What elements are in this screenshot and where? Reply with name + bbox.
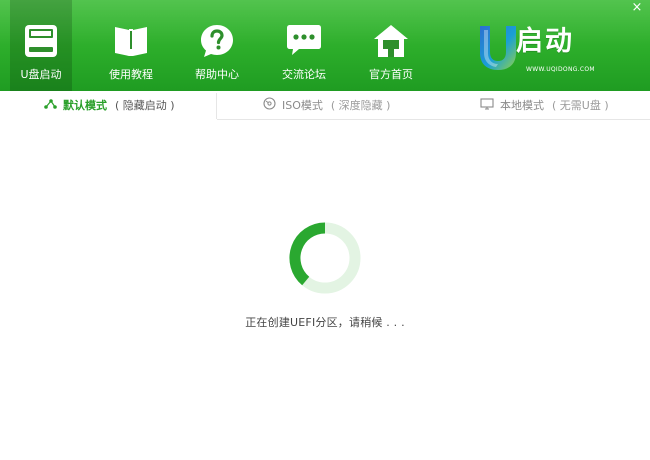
nav-label-homepage: 官方首页 <box>369 68 413 81</box>
nav-label-forum: 交流论坛 <box>282 68 326 81</box>
help-icon <box>199 23 235 63</box>
logo-url-text: WWW.UQIDONG.COM <box>526 66 595 73</box>
tab-divider <box>216 93 217 119</box>
tab-title: ISO模式 <box>282 99 323 112</box>
u-logo-mark <box>480 26 516 70</box>
tab-subtitle: ( 无需U盘 ) <box>552 99 609 112</box>
nav-item-help-center[interactable]: 帮助中心 <box>186 0 248 91</box>
nav-item-tutorial[interactable]: 使用教程 <box>100 0 162 91</box>
tab-subtitle: ( 深度隐藏 ) <box>330 99 391 112</box>
tab-local-mode[interactable]: 本地模式 ( 无需U盘 ) <box>480 91 609 120</box>
monitor-icon <box>480 92 494 121</box>
nav-item-usb-boot[interactable]: U盘启动 <box>10 0 72 91</box>
book-icon <box>112 23 150 63</box>
nav-label-usb-boot: U盘启动 <box>20 68 62 81</box>
nav-label-help-center: 帮助中心 <box>195 68 239 81</box>
tab-iso-mode[interactable]: ISO模式 ( 深度隐藏 ) <box>263 91 390 120</box>
usb-drive-icon <box>23 23 59 63</box>
share-icon <box>44 92 57 121</box>
header-bar: × U盘启动 使用教程 帮助中心 交流论坛 官方首页 启动 WWW.UQIDON… <box>0 0 650 91</box>
main-content: 正在创建UEFI分区，请稍候 . . . <box>0 120 650 460</box>
tab-title: 本地模式 <box>500 99 544 112</box>
tab-title: 默认模式 <box>63 99 107 112</box>
mode-tabs: 默认模式 ( 隐藏启动 ) ISO模式 ( 深度隐藏 ) 本地模式 ( 无需U盘 ) <box>0 91 650 120</box>
tab-subtitle: ( 隐藏启动 ) <box>115 99 175 112</box>
nav-item-homepage[interactable]: 官方首页 <box>360 0 422 91</box>
disc-icon <box>263 92 276 121</box>
chat-icon <box>285 23 323 61</box>
loading-spinner <box>289 222 361 294</box>
status-message: 正在创建UEFI分区，请稍候 . . . <box>245 316 405 329</box>
logo-brand-text: 启动 <box>516 26 574 57</box>
close-button[interactable]: × <box>630 1 644 15</box>
tab-default-mode[interactable]: 默认模式 ( 隐藏启动 ) <box>44 91 175 120</box>
nav-item-forum[interactable]: 交流论坛 <box>273 0 335 91</box>
home-icon <box>372 23 410 63</box>
nav-label-tutorial: 使用教程 <box>109 68 153 81</box>
app-logo: 启动 WWW.UQIDONG.COM <box>474 20 620 80</box>
